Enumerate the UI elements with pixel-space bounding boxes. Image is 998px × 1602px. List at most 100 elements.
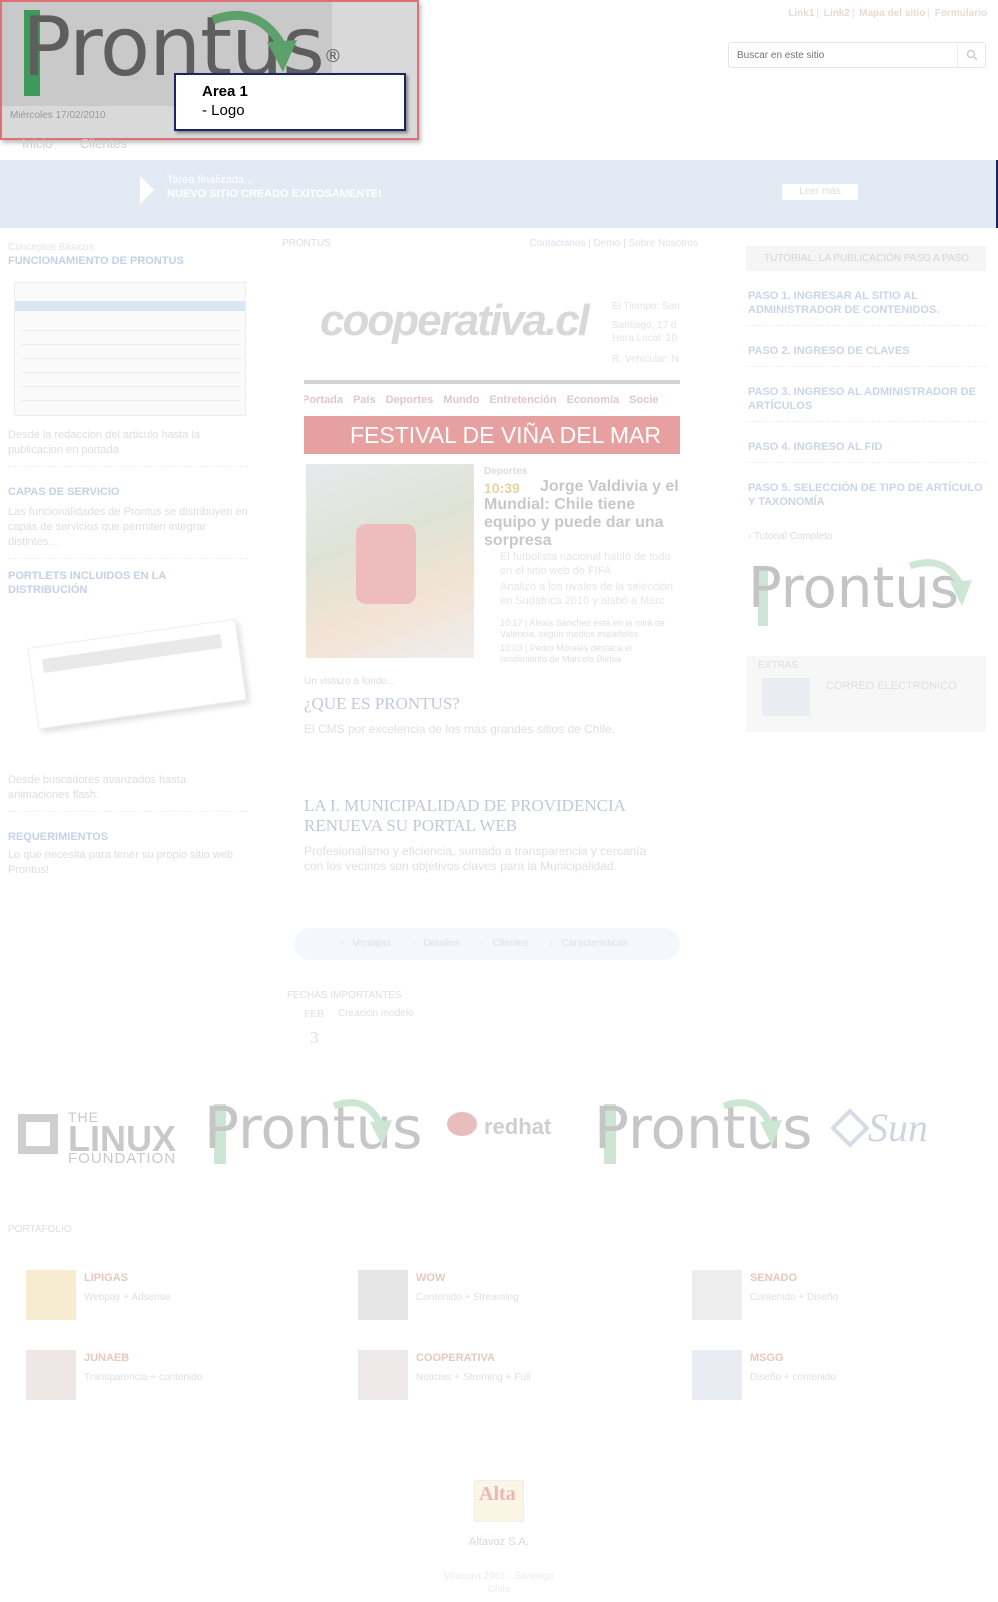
- tab-caracteristicas[interactable]: › Caracteristicas: [550, 938, 634, 949]
- tutorial-step[interactable]: PASO 5. SELECCIÓN DE TIPO DE ARTÍCULO Y …: [746, 463, 986, 517]
- portfolio-thumbnail: [26, 1270, 76, 1320]
- fechas-title: FECHAS IMPORTANTES: [287, 990, 402, 1001]
- left-section-title[interactable]: FUNCIONAMIENTO DE PRONTUS: [8, 254, 248, 268]
- news-photo: [306, 464, 474, 658]
- left-section-text: Las funcionalidades de Prontus se distri…: [8, 506, 248, 548]
- tutorial-header: TUTORIAL: LA PUBLICACIÓN PASO A PASO: [746, 246, 986, 271]
- left-section-title[interactable]: REQUERIMIENTOS: [8, 830, 248, 844]
- date-line: Miércoles 17/02/2010: [10, 110, 106, 121]
- feature-tabs: › Ventajas › Detalles › Clientes › Carac…: [294, 928, 680, 960]
- nav-item-inicio[interactable]: Inicio: [22, 136, 52, 151]
- left-column: Conceptos Básicos FUNCIONAMIENTO DE PRON…: [8, 242, 248, 878]
- extras-box: EXTRAS CORREO ELECTRONICO: [746, 656, 986, 732]
- tab-clientes[interactable]: › Clientes: [481, 938, 535, 949]
- top-link-1[interactable]: Link1: [788, 8, 814, 19]
- top-links: Link1 | Link2 | Mapa del sitio | Formulario: [788, 8, 987, 19]
- left-section-title[interactable]: PORTLETS INCLUIDOS EN LA DISTRIBUCIÓN: [8, 569, 188, 597]
- article-text: Profesionalismo y eficiencia, sumado a t…: [304, 844, 647, 873]
- portfolio-item[interactable]: SENADO Contenido + Diseño: [692, 1270, 992, 1324]
- news-headline: Jorge Valdivia y el Mundial: Chile tiene…: [484, 478, 679, 549]
- search-button[interactable]: [957, 43, 985, 67]
- redhat-icon: [447, 1112, 477, 1136]
- area-title: Area 1: [202, 83, 248, 100]
- portfolio-thumbnail: [692, 1350, 742, 1400]
- link-sobre-nosotros[interactable]: Sobre Nosotros: [629, 238, 698, 249]
- search-box: [728, 42, 986, 68]
- tutorial-step[interactable]: PASO 4. INGRESO AL FID: [746, 422, 986, 463]
- redhat-logo[interactable]: redhat: [484, 1114, 551, 1140]
- link-contactanos[interactable]: Contactanos: [529, 238, 585, 249]
- portfolio-item[interactable]: COOPERATIVA Noticias + Streming + Full: [358, 1350, 658, 1404]
- linux-foundation-logo[interactable]: THE LINUX: [68, 1110, 176, 1157]
- search-input[interactable]: [729, 43, 949, 67]
- left-section-text: Desde la redaccion del articulo hasta la…: [8, 429, 201, 456]
- coop-menu: Portada País Deportes Mundo Entretención Econ…: [304, 394, 659, 406]
- tutorial-step[interactable]: PASO 2. INGRESO DE CLAVES: [746, 326, 986, 367]
- top-link-2[interactable]: Link2: [824, 8, 850, 19]
- notice-message: NUEVO SITIO CREADO EXITOSAMENTE!: [167, 188, 382, 200]
- sponsor-logos: THE LINUX FOUNDATION Prontus redhat Pron…: [0, 1094, 998, 1190]
- link-demo[interactable]: Demo: [594, 238, 621, 249]
- portfolio-thumbnail: [692, 1270, 742, 1320]
- vistazo-label: Un vistazo a fondo...: [304, 676, 396, 687]
- article-title[interactable]: ¿QUE ES PRONTUS?: [304, 694, 664, 714]
- left-kicker: Conceptos Básicos: [8, 242, 94, 253]
- form-thumbnail: [14, 282, 246, 416]
- portlet-thumbnail: [22, 618, 247, 743]
- left-section-title[interactable]: CAPAS DE SERVICIO: [8, 485, 248, 499]
- news-section: Deportes: [484, 466, 528, 477]
- main-nav: Inicio Clientes: [22, 136, 151, 151]
- news-minor: 10:17 | Alexis Sánchez está en la mira d…: [500, 618, 665, 664]
- center-column: PRONTUS Contactanos | Demo | Sobre Nosot…: [282, 238, 702, 1047]
- portafolio-title: PORTAFOLIO: [8, 1224, 72, 1235]
- curved-arrow-icon: [722, 1099, 782, 1146]
- center-title: PRONTUS: [282, 238, 331, 249]
- cooperativa-logo: cooperativa.cl: [320, 296, 590, 345]
- footer-address: Vitacura 2961 - Santiago Chile: [444, 1571, 554, 1595]
- read-more-button[interactable]: Leer más: [782, 184, 858, 200]
- curved-arrow-icon: [332, 1099, 392, 1146]
- curved-arrow-icon: [908, 559, 972, 606]
- portfolio-thumbnail: [26, 1350, 76, 1400]
- tab-detalles[interactable]: › Detalles: [411, 938, 465, 949]
- notice-subtitle: Tarea finalizada...: [167, 174, 254, 186]
- fechas-label[interactable]: Creación modelo: [338, 1008, 414, 1019]
- extras-title: EXTRAS: [758, 660, 799, 671]
- top-link-sitemap[interactable]: Mapa del sitio: [859, 8, 925, 19]
- portafolio: PORTAFOLIO LIPIGAS Webpay + Adsense WOW …: [8, 1224, 988, 1400]
- play-arrow-icon: [140, 176, 154, 204]
- center-links: Contactanos | Demo | Sobre Nosotros: [529, 238, 698, 249]
- mail-icon: [762, 678, 810, 716]
- right-column: TUTORIAL: LA PUBLICACIÓN PASO A PASO PAS…: [746, 246, 986, 732]
- article-title[interactable]: LA I. MUNICIPALIDAD DE PROVIDENCIA RENUE…: [304, 796, 664, 836]
- sun-icon: [830, 1108, 870, 1148]
- altavoz-logo[interactable]: Alta: [474, 1480, 524, 1522]
- festival-banner: FESTIVAL DE VIÑA DEL MAR: [304, 416, 680, 454]
- top-link-form[interactable]: Formulario: [935, 8, 987, 19]
- extras-mail-link[interactable]: CORREO ELECTRONICO: [826, 680, 957, 692]
- notice-banner: Tarea finalizada... NUEVO SITIO CREADO E…: [0, 160, 998, 228]
- tab-ventajas[interactable]: › Ventajas: [340, 938, 396, 949]
- linux-foundation-sub: FOUNDATION: [68, 1150, 177, 1167]
- tutorial-step[interactable]: PASO 1. INGRESAR AL SITIO AL ADMINISTRAD…: [746, 271, 986, 326]
- fechas-month: FEB: [304, 1008, 325, 1020]
- tutorial-complete-link[interactable]: › Tutorial Completo: [748, 531, 986, 542]
- curved-arrow-icon: [211, 10, 297, 72]
- portfolio-item[interactable]: JUNAEB Transparencia + contenido: [26, 1350, 326, 1404]
- portfolio-item[interactable]: LIPIGAS Webpay + Adsense: [26, 1270, 326, 1324]
- tutorial-step[interactable]: PASO 3. INGRESO AL ADMINISTRADOR DE ARTÍ…: [746, 367, 986, 422]
- divider: [304, 380, 680, 384]
- center-header: PRONTUS Contactanos | Demo | Sobre Nosot…: [282, 238, 702, 254]
- sun-logo[interactable]: Sun: [868, 1104, 928, 1151]
- weather-info: El Tiempo: San Santiago, 17 d Hora Local…: [612, 301, 680, 365]
- area-1-label: Area 1 - Logo: [174, 73, 406, 131]
- portfolio-item[interactable]: MSGG Diseño + contenido: [692, 1350, 992, 1404]
- area-1-highlight: Prontus® Miércoles 17/02/2010 Area 1 - L…: [0, 0, 419, 140]
- prontus-logo-small: Prontus: [746, 556, 986, 652]
- footer-company: Altavoz S.A.: [469, 1536, 529, 1548]
- area-description: - Logo: [202, 102, 245, 119]
- left-section-text: Lo que necesita para tener su propio sit…: [8, 849, 234, 876]
- cooperativa-screenshot[interactable]: cooperativa.cl El Tiempo: San Santiago, …: [304, 292, 680, 674]
- nav-item-clientes[interactable]: Clientes: [80, 136, 127, 151]
- portfolio-item[interactable]: WOW Contenido + Streaming: [358, 1270, 658, 1324]
